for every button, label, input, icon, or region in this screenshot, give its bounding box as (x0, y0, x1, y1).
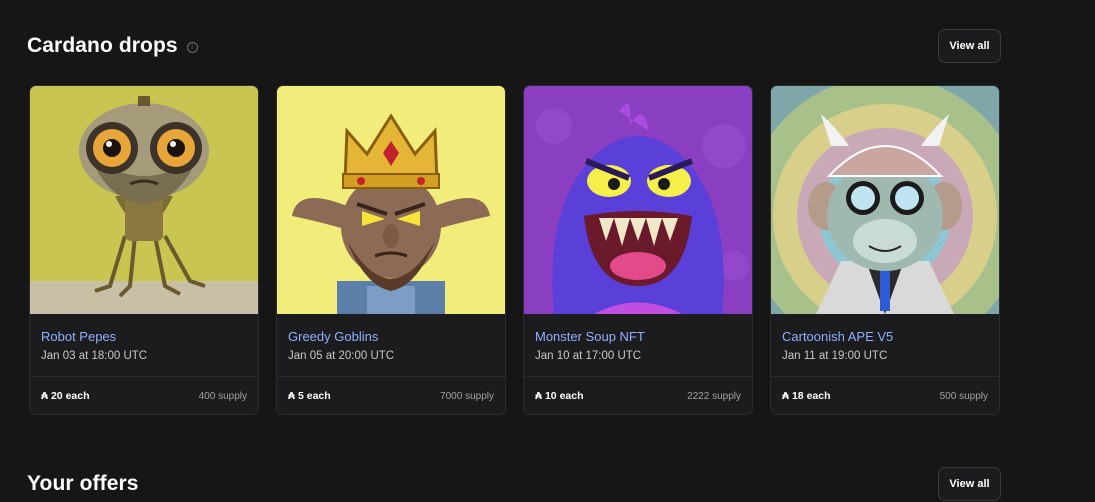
ada-icon: ₳ (41, 390, 48, 402)
drop-price: ₳ 18 each (782, 390, 831, 402)
drop-card-footer: ₳ 5 each 7000 supply (277, 377, 505, 414)
drop-price-value: 10 each (544, 390, 584, 402)
drop-supply: 7000 supply (440, 390, 494, 402)
drops-card-list: Robot Pepes Jan 03 at 18:00 UTC ₳ 20 eac… (29, 85, 1000, 415)
your-offers-header: Your offers (27, 472, 139, 496)
drops-view-all-button[interactable]: View all (938, 29, 1001, 63)
drop-card-body: Monster Soup NFT Jan 10 at 17:00 UTC (524, 314, 752, 377)
cardano-drops-header: Cardano drops i (27, 34, 198, 58)
drop-name[interactable]: Greedy Goblins (288, 329, 494, 344)
drop-supply: 400 supply (198, 390, 247, 402)
drop-card-body: Cartoonish APE V5 Jan 11 at 19:00 UTC (771, 314, 999, 377)
drop-price: ₳ 10 each (535, 390, 584, 402)
cartoonish-ape-artwork (771, 86, 999, 314)
drop-date: Jan 03 at 18:00 UTC (41, 350, 148, 362)
drop-card-footer: ₳ 10 each 2222 supply (524, 377, 752, 414)
drop-card[interactable]: Monster Soup NFT Jan 10 at 17:00 UTC ₳ 1… (523, 85, 753, 415)
section-title: Your offers (27, 472, 139, 495)
monster-soup-artwork (524, 86, 752, 314)
drop-date: Jan 10 at 17:00 UTC (535, 350, 642, 362)
ada-icon: ₳ (782, 390, 789, 402)
offers-view-all-button[interactable]: View all (938, 467, 1001, 501)
drop-card[interactable]: Robot Pepes Jan 03 at 18:00 UTC ₳ 20 eac… (29, 85, 259, 415)
drop-supply: 2222 supply (687, 390, 741, 402)
greedy-goblins-artwork (277, 86, 505, 314)
drop-card[interactable]: Greedy Goblins Jan 05 at 20:00 UTC ₳ 5 e… (276, 85, 506, 415)
drop-card-footer: ₳ 20 each 400 supply (30, 377, 258, 414)
drop-name[interactable]: Robot Pepes (41, 329, 247, 344)
drop-supply: 500 supply (939, 390, 988, 402)
drop-name[interactable]: Cartoonish APE V5 (782, 329, 988, 344)
section-title: Cardano drops (27, 34, 178, 57)
ada-icon: ₳ (535, 390, 542, 402)
drop-card-footer: ₳ 18 each 500 supply (771, 377, 999, 414)
robot-pepes-artwork (30, 86, 258, 314)
drop-price: ₳ 20 each (41, 390, 90, 402)
drop-card[interactable]: Cartoonish APE V5 Jan 11 at 19:00 UTC ₳ … (770, 85, 1000, 415)
ada-icon: ₳ (288, 390, 295, 402)
drop-price-value: 20 each (50, 390, 90, 402)
drop-name[interactable]: Monster Soup NFT (535, 329, 741, 344)
info-icon[interactable]: i (186, 41, 198, 53)
drop-card-body: Robot Pepes Jan 03 at 18:00 UTC (30, 314, 258, 377)
drop-date: Jan 05 at 20:00 UTC (288, 350, 395, 362)
drop-date: Jan 11 at 19:00 UTC (782, 350, 888, 362)
drop-price: ₳ 5 each (288, 390, 331, 402)
drop-price-value: 18 each (791, 390, 831, 402)
drop-card-body: Greedy Goblins Jan 05 at 20:00 UTC (277, 314, 505, 377)
drop-price-value: 5 each (297, 390, 331, 402)
